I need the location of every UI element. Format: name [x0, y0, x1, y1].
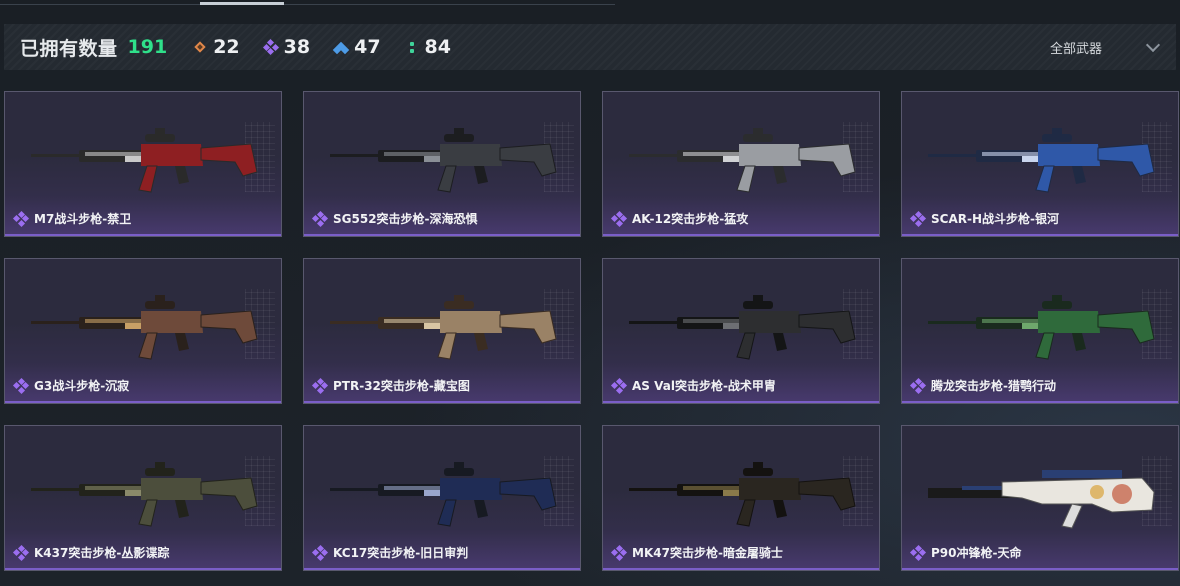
weapon-label: 腾龙突击步枪-猎鹗行动 — [909, 377, 1056, 394]
rarity-count-green: 84 — [424, 36, 451, 58]
weapon-label: AK-12突击步枪-猛攻 — [610, 210, 749, 227]
weapon-card[interactable]: 腾龙突击步枪-猎鹗行动 — [901, 258, 1179, 404]
weapon-image — [25, 448, 263, 536]
weapon-card[interactable]: SG552突击步枪-深海恐惧 — [303, 91, 581, 237]
weapon-image — [922, 448, 1160, 536]
weapon-card[interactable]: MK47突击步枪-暗金屠骑士 — [602, 425, 880, 571]
weapon-card[interactable]: M7战斗步枪-禁卫 — [4, 91, 282, 237]
weapon-name: AK-12突击步枪-猛攻 — [632, 212, 749, 226]
weapon-image — [25, 114, 263, 202]
purple-quad-diamond-icon — [610, 210, 628, 227]
weapon-card[interactable]: K437突击步枪-丛影谍踪 — [4, 425, 282, 571]
rarity-stat-purple: 38 — [262, 36, 311, 58]
weapon-image — [623, 114, 861, 202]
weapon-image — [324, 114, 562, 202]
weapon-name: P90冲锋枪-天命 — [931, 546, 1022, 560]
purple-quad-diamond-icon — [909, 377, 927, 394]
rarity-count-purple: 38 — [283, 36, 311, 58]
weapon-card[interactable]: KC17突击步枪-旧日审判 — [303, 425, 581, 571]
weapon-card[interactable]: P90冲锋枪-天命 — [901, 425, 1179, 571]
active-tab-indicator — [200, 2, 284, 5]
weapon-label: KC17突击步枪-旧日审判 — [311, 544, 469, 561]
weapon-label: G3战斗步枪-沉寂 — [12, 377, 130, 394]
weapon-name: KC17突击步枪-旧日审判 — [333, 546, 469, 560]
weapon-label: P90冲锋枪-天命 — [909, 544, 1022, 561]
weapon-name: 腾龙突击步枪-猎鹗行动 — [931, 379, 1056, 393]
weapon-label: SCAR-H战斗步枪-银河 — [909, 210, 1059, 227]
top-tab-strip — [0, 0, 615, 5]
weapon-filter-label: 全部武器 — [1049, 41, 1102, 57]
purple-quad-diamond-icon — [909, 210, 927, 227]
orange-diamond-icon — [193, 40, 207, 54]
purple-quad-diamond-icon — [12, 210, 30, 227]
weapon-card[interactable]: SCAR-H战斗步枪-银河 — [901, 91, 1179, 237]
rarity-count-orange: 22 — [213, 36, 240, 58]
purple-quad-diamond-icon — [311, 544, 329, 561]
chevron-down-icon — [1145, 37, 1161, 52]
purple-quad-diamond-icon — [262, 38, 279, 56]
weapon-image — [324, 281, 562, 369]
weapon-name: K437突击步枪-丛影谍踪 — [34, 546, 170, 560]
purple-quad-diamond-icon — [12, 377, 30, 394]
weapon-image — [623, 448, 861, 536]
rarity-stat-green: 84 — [405, 36, 451, 58]
weapon-card[interactable]: AS Val突击步枪-战术甲胄 — [602, 258, 880, 404]
rarity-stat-orange: 22 — [193, 36, 240, 58]
weapon-name: M7战斗步枪-禁卫 — [34, 212, 132, 226]
purple-quad-diamond-icon — [311, 377, 329, 394]
purple-quad-diamond-icon — [610, 377, 628, 394]
owned-count-label: 已拥有数量 — [20, 37, 118, 60]
purple-quad-diamond-icon — [610, 544, 628, 561]
blue-chevron-icon — [332, 40, 350, 55]
weapon-image — [324, 448, 562, 536]
weapon-image — [623, 281, 861, 369]
weapon-image — [922, 281, 1160, 369]
weapon-label: MK47突击步枪-暗金屠骑士 — [610, 544, 783, 561]
weapon-name: SCAR-H战斗步枪-银河 — [931, 212, 1059, 226]
weapon-name: G3战斗步枪-沉寂 — [34, 379, 130, 393]
weapon-label: SG552突击步枪-深海恐惧 — [311, 210, 478, 227]
weapon-name: SG552突击步枪-深海恐惧 — [333, 212, 478, 226]
weapon-label: PTR-32突击步枪-藏宝图 — [311, 377, 470, 394]
rarity-stat-blue: 47 — [332, 36, 381, 58]
weapon-image — [25, 281, 263, 369]
purple-quad-diamond-icon — [311, 210, 329, 227]
green-dots-icon — [405, 40, 419, 54]
weapon-label: M7战斗步枪-禁卫 — [12, 210, 132, 227]
weapon-grid: M7战斗步枪-禁卫 SG552突击步枪-深海恐惧 AK-12突击步枪-猛攻 SC… — [4, 91, 1180, 586]
weapon-card[interactable]: G3战斗步枪-沉寂 — [4, 258, 282, 404]
owned-count-value: 191 — [127, 36, 168, 58]
weapon-name: PTR-32突击步枪-藏宝图 — [333, 379, 470, 393]
weapon-name: AS Val突击步枪-战术甲胄 — [632, 379, 776, 393]
weapon-card[interactable]: AK-12突击步枪-猛攻 — [602, 91, 880, 237]
weapon-collection-screen: 已拥有数量 191 22 38 47 84 全部武器 M7战斗步枪-禁卫 SG5… — [0, 0, 1180, 586]
purple-quad-diamond-icon — [12, 544, 30, 561]
weapon-card[interactable]: PTR-32突击步枪-藏宝图 — [303, 258, 581, 404]
collection-summary-bar: 已拥有数量 191 22 38 47 84 全部武器 — [4, 24, 1176, 70]
weapon-label: AS Val突击步枪-战术甲胄 — [610, 377, 776, 394]
purple-quad-diamond-icon — [909, 544, 927, 561]
weapon-label: K437突击步枪-丛影谍踪 — [12, 544, 170, 561]
weapon-image — [922, 114, 1160, 202]
rarity-count-blue: 47 — [354, 36, 381, 58]
weapon-name: MK47突击步枪-暗金屠骑士 — [632, 546, 783, 560]
weapon-filter-dropdown[interactable]: 全部武器 — [1050, 24, 1164, 70]
